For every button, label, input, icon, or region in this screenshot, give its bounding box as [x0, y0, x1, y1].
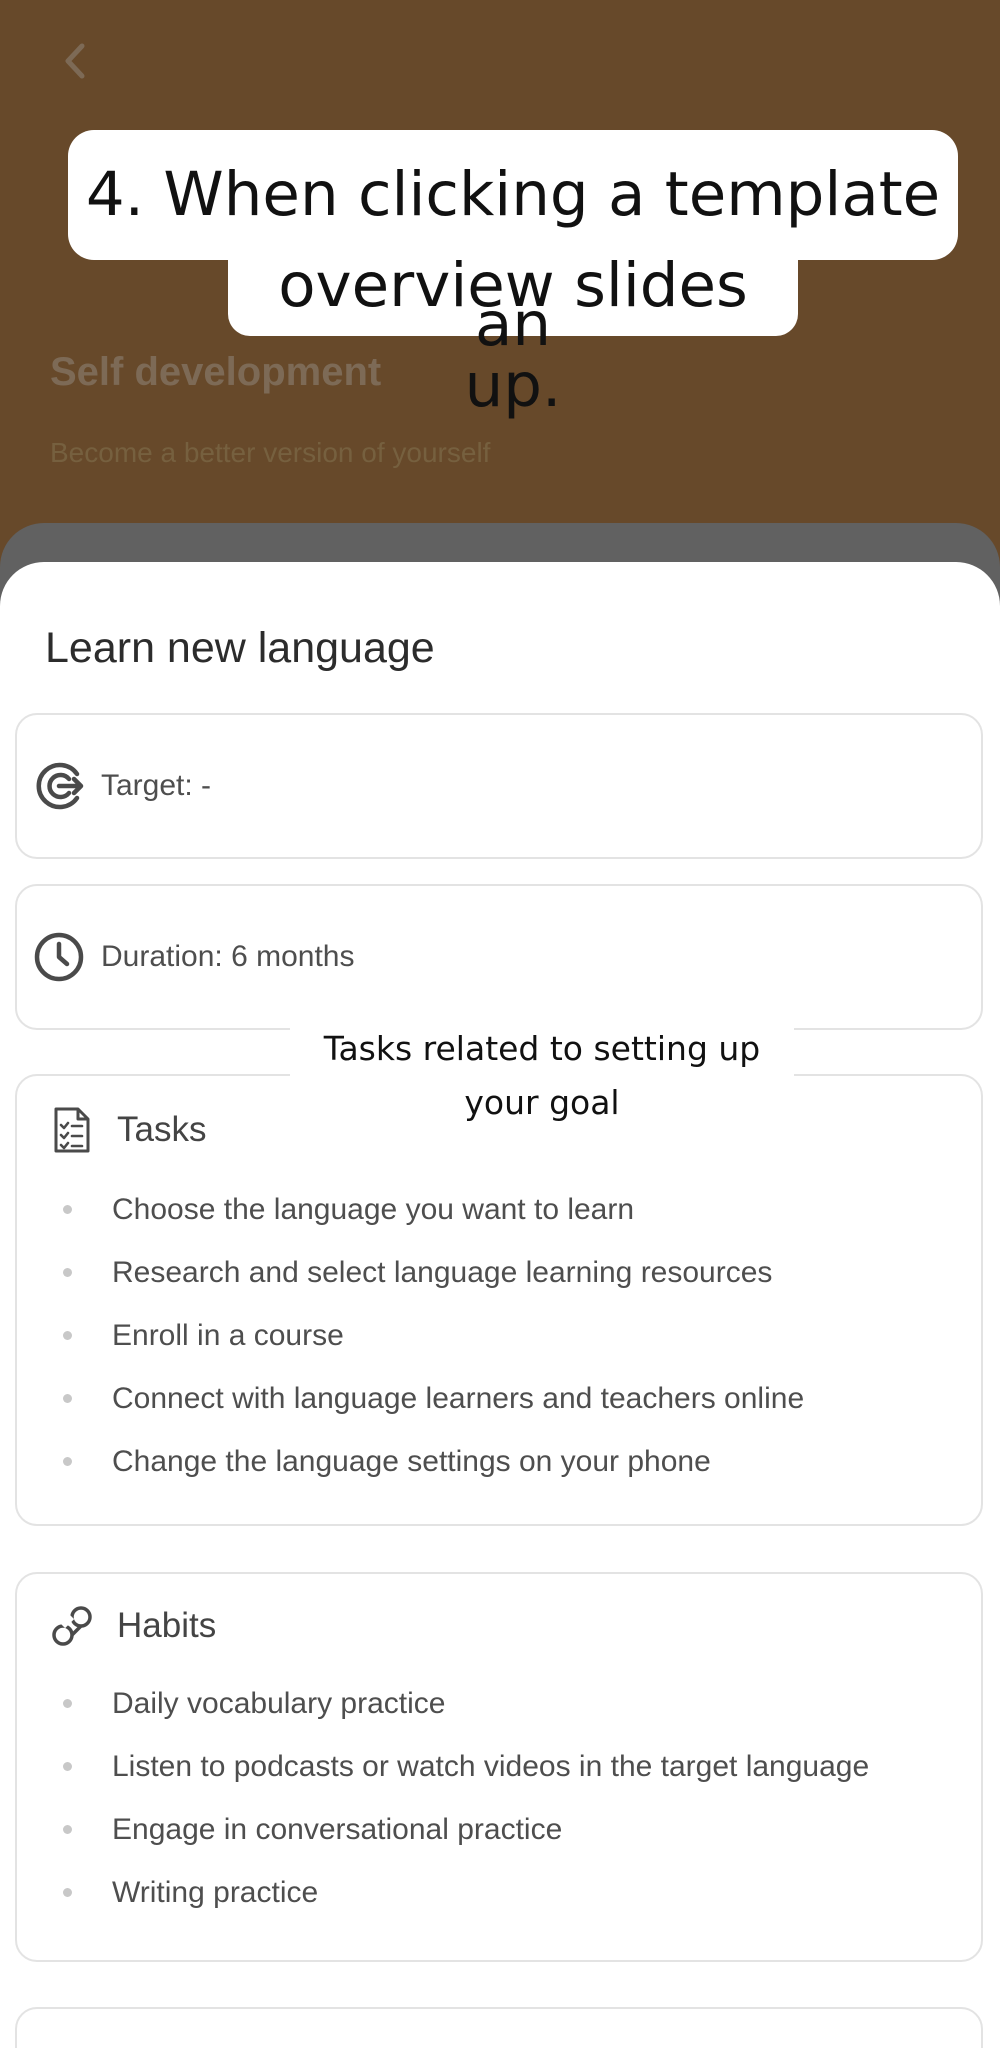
chevron-left-icon	[65, 43, 85, 79]
list-item: Daily vocabulary practice	[17, 1672, 869, 1735]
bullet-dot-icon	[63, 1268, 72, 1277]
bullet-dot-icon	[63, 1762, 72, 1771]
tasks-tooltip: Tasks related to setting up your goal	[290, 1022, 794, 1139]
task-text: Research and select language learning re…	[112, 1255, 773, 1289]
bullet-dot-icon	[63, 1205, 72, 1214]
duration-card: Duration: 6 months	[15, 884, 983, 1030]
clock-icon	[33, 931, 85, 983]
infinity-loop-icon	[47, 1598, 97, 1654]
category-subtitle: Become a better version of yourself	[50, 437, 491, 468]
list-item: Writing practice	[17, 1861, 869, 1924]
back-button[interactable]	[50, 36, 100, 86]
duration-label: Duration: 6 months	[101, 940, 355, 973]
template-title: Learn new language	[45, 624, 435, 672]
tasks-header: Tasks	[47, 1102, 206, 1158]
task-text: Change the language settings on your pho…	[112, 1444, 711, 1478]
list-item: Connect with language learners and teach…	[17, 1367, 804, 1430]
template-overview-sheet: Learn new language Target: - Duration: 6…	[0, 562, 1000, 2048]
bullet-dot-icon	[63, 1394, 72, 1403]
habits-list: Daily vocabulary practice Listen to podc…	[17, 1672, 869, 1924]
bullet-dot-icon	[63, 1457, 72, 1466]
bullet-dot-icon	[63, 1888, 72, 1897]
tasks-list: Choose the language you want to learn Re…	[17, 1178, 804, 1493]
habit-text: Writing practice	[112, 1875, 319, 1909]
bullet-dot-icon	[63, 1331, 72, 1340]
target-card: Target: -	[15, 713, 983, 859]
bullet-dot-icon	[63, 1825, 72, 1834]
list-item: Research and select language learning re…	[17, 1241, 804, 1304]
target-label: Target: -	[101, 769, 212, 802]
list-item: Engage in conversational practice	[17, 1798, 869, 1861]
habits-card: Habits Daily vocabulary practice Listen …	[15, 1572, 983, 1962]
bullet-dot-icon	[63, 1699, 72, 1708]
tutorial-caption-line-1: 4. When clicking a template an	[68, 130, 958, 360]
next-section-card	[15, 2007, 983, 2048]
list-item: Enroll in a course	[17, 1304, 804, 1367]
category-title: Self development	[50, 350, 382, 394]
list-item: Listen to podcasts or watch videos in th…	[17, 1735, 869, 1798]
habit-text: Engage in conversational practice	[112, 1812, 563, 1846]
task-text: Connect with language learners and teach…	[112, 1381, 805, 1415]
target-icon	[33, 760, 85, 812]
task-text: Choose the language you want to learn	[112, 1192, 635, 1226]
task-text: Enroll in a course	[112, 1318, 344, 1352]
list-item: Change the language settings on your pho…	[17, 1430, 804, 1493]
checklist-icon	[47, 1102, 97, 1158]
tasks-card: Tasks Choose the language you want to le…	[15, 1074, 983, 1526]
habit-text: Daily vocabulary practice	[112, 1686, 446, 1720]
habit-text: Listen to podcasts or watch videos in th…	[112, 1749, 870, 1783]
habits-title: Habits	[117, 1606, 217, 1645]
tasks-title: Tasks	[117, 1110, 207, 1149]
list-item: Choose the language you want to learn	[17, 1178, 804, 1241]
habits-header: Habits	[47, 1598, 216, 1654]
